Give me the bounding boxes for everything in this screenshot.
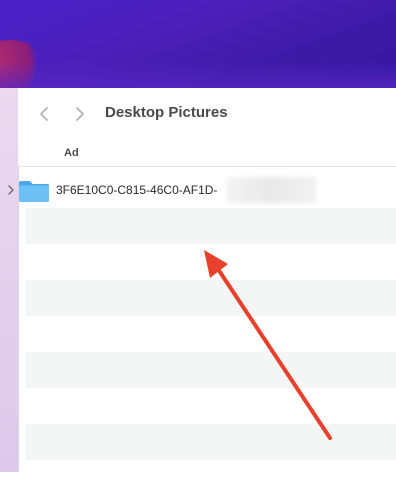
finder-window: Desktop Pictures Ad 3F6E10C0-C815-46C0-A… — [0, 88, 396, 472]
toolbar: Desktop Pictures — [18, 88, 396, 141]
forward-button[interactable] — [68, 102, 92, 126]
folder-icon — [19, 181, 49, 202]
empty-row — [26, 460, 396, 496]
window-title: Desktop Pictures — [105, 104, 228, 121]
empty-row — [26, 244, 396, 280]
redacted-text — [226, 177, 316, 203]
disclosure-chevron-icon[interactable] — [5, 183, 17, 197]
empty-row — [26, 208, 396, 244]
list-item[interactable]: 3F6E10C0-C815-46C0-AF1D- — [0, 172, 370, 208]
wallpaper-band — [0, 60, 396, 90]
empty-row — [26, 316, 396, 352]
empty-row — [26, 424, 396, 460]
empty-row — [26, 388, 396, 424]
file-name: 3F6E10C0-C815-46C0-AF1D- — [56, 183, 218, 197]
sidebar — [0, 88, 19, 472]
column-header[interactable]: Ad — [18, 140, 396, 167]
empty-row — [26, 280, 396, 316]
chevron-left-icon — [40, 107, 48, 121]
file-list — [26, 208, 396, 496]
empty-row — [26, 352, 396, 388]
column-header-label: Ad — [64, 147, 79, 159]
desktop-wallpaper — [0, 0, 396, 90]
chevron-right-icon — [76, 107, 84, 121]
back-button[interactable] — [32, 102, 56, 126]
